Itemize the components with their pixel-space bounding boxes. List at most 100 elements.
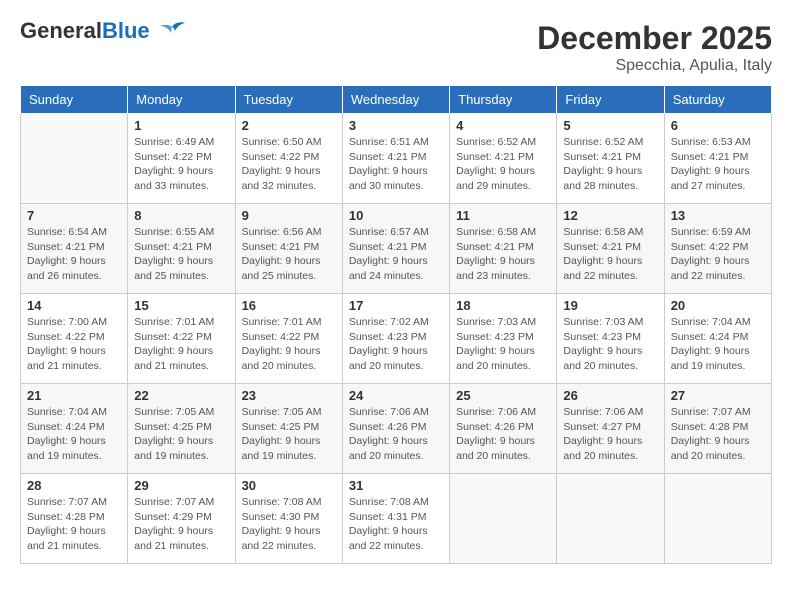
day-info: Sunrise: 7:01 AM Sunset: 4:22 PM Dayligh… (242, 315, 336, 374)
day-number: 1 (134, 118, 228, 133)
weekday-header-tuesday: Tuesday (235, 86, 342, 114)
weekday-header-monday: Monday (128, 86, 235, 114)
day-number: 18 (456, 298, 550, 313)
calendar-week-row: 7 Sunrise: 6:54 AM Sunset: 4:21 PM Daylig… (21, 204, 772, 294)
day-info: Sunrise: 7:01 AM Sunset: 4:22 PM Dayligh… (134, 315, 228, 374)
calendar-cell: 7 Sunrise: 6:54 AM Sunset: 4:21 PM Daylig… (21, 204, 128, 294)
day-number: 14 (27, 298, 121, 313)
day-info: Sunrise: 6:52 AM Sunset: 4:21 PM Dayligh… (456, 135, 550, 194)
calendar-cell: 19Sunrise: 7:03 AM Sunset: 4:23 PM Dayli… (557, 294, 664, 384)
logo-bird-icon (158, 21, 186, 43)
day-info: Sunrise: 6:58 AM Sunset: 4:21 PM Dayligh… (456, 225, 550, 284)
calendar-cell: 22 Sunrise: 7:05 AM Sunset: 4:25 PM Dayli… (128, 384, 235, 474)
calendar-cell (557, 474, 664, 564)
calendar-cell (21, 114, 128, 204)
day-info: Sunrise: 6:53 AM Sunset: 4:21 PM Dayligh… (671, 135, 765, 194)
day-number: 12 (563, 208, 657, 223)
month-title: December 2025 (537, 20, 772, 57)
calendar-cell: 3 Sunrise: 6:51 AM Sunset: 4:21 PM Daylig… (342, 114, 449, 204)
calendar-cell: 8 Sunrise: 6:55 AM Sunset: 4:21 PM Daylig… (128, 204, 235, 294)
calendar-week-row: 1 Sunrise: 6:49 AM Sunset: 4:22 PM Daylig… (21, 114, 772, 204)
day-info: Sunrise: 7:04 AM Sunset: 4:24 PM Dayligh… (27, 405, 121, 464)
day-info: Sunrise: 6:54 AM Sunset: 4:21 PM Dayligh… (27, 225, 121, 284)
day-number: 7 (27, 208, 121, 223)
calendar-cell: 28 Sunrise: 7:07 AM Sunset: 4:28 PM Dayli… (21, 474, 128, 564)
day-info: Sunrise: 6:59 AM Sunset: 4:22 PM Dayligh… (671, 225, 765, 284)
day-info: Sunrise: 7:06 AM Sunset: 4:26 PM Dayligh… (349, 405, 443, 464)
calendar-cell (664, 474, 771, 564)
day-info: Sunrise: 7:07 AM Sunset: 4:29 PM Dayligh… (134, 495, 228, 554)
day-number: 22 (134, 388, 228, 403)
calendar-cell: 26 Sunrise: 7:06 AM Sunset: 4:27 PM Dayli… (557, 384, 664, 474)
day-info: Sunrise: 6:56 AM Sunset: 4:21 PM Dayligh… (242, 225, 336, 284)
day-number: 9 (242, 208, 336, 223)
day-number: 4 (456, 118, 550, 133)
weekday-header-wednesday: Wednesday (342, 86, 449, 114)
day-info: Sunrise: 6:57 AM Sunset: 4:21 PM Dayligh… (349, 225, 443, 284)
day-number: 5 (563, 118, 657, 133)
day-number: 19 (563, 298, 657, 313)
calendar-week-row: 28 Sunrise: 7:07 AM Sunset: 4:28 PM Dayli… (21, 474, 772, 564)
day-info: Sunrise: 7:06 AM Sunset: 4:27 PM Dayligh… (563, 405, 657, 464)
day-info: Sunrise: 7:08 AM Sunset: 4:31 PM Dayligh… (349, 495, 443, 554)
day-number: 31 (349, 478, 443, 493)
calendar-cell: 17Sunrise: 7:02 AM Sunset: 4:23 PM Dayli… (342, 294, 449, 384)
day-info: Sunrise: 7:05 AM Sunset: 4:25 PM Dayligh… (134, 405, 228, 464)
day-number: 8 (134, 208, 228, 223)
day-info: Sunrise: 7:05 AM Sunset: 4:25 PM Dayligh… (242, 405, 336, 464)
day-number: 3 (349, 118, 443, 133)
day-info: Sunrise: 6:51 AM Sunset: 4:21 PM Dayligh… (349, 135, 443, 194)
calendar-cell: 15 Sunrise: 7:01 AM Sunset: 4:22 PM Dayli… (128, 294, 235, 384)
day-info: Sunrise: 7:06 AM Sunset: 4:26 PM Dayligh… (456, 405, 550, 464)
weekday-header-sunday: Sunday (21, 86, 128, 114)
calendar-cell: 29 Sunrise: 7:07 AM Sunset: 4:29 PM Dayli… (128, 474, 235, 564)
weekday-header-thursday: Thursday (450, 86, 557, 114)
calendar-cell: 9 Sunrise: 6:56 AM Sunset: 4:21 PM Daylig… (235, 204, 342, 294)
calendar-cell: 16 Sunrise: 7:01 AM Sunset: 4:22 PM Dayli… (235, 294, 342, 384)
calendar-cell: 24 Sunrise: 7:06 AM Sunset: 4:26 PM Dayli… (342, 384, 449, 474)
day-info: Sunrise: 6:49 AM Sunset: 4:22 PM Dayligh… (134, 135, 228, 194)
day-info: Sunrise: 7:03 AM Sunset: 4:23 PM Dayligh… (456, 315, 550, 374)
day-number: 23 (242, 388, 336, 403)
calendar-cell: 31 Sunrise: 7:08 AM Sunset: 4:31 PM Dayli… (342, 474, 449, 564)
day-number: 28 (27, 478, 121, 493)
weekday-header-friday: Friday (557, 86, 664, 114)
day-number: 15 (134, 298, 228, 313)
day-info: Sunrise: 6:55 AM Sunset: 4:21 PM Dayligh… (134, 225, 228, 284)
calendar-cell: 18 Sunrise: 7:03 AM Sunset: 4:23 PM Dayli… (450, 294, 557, 384)
calendar-cell: 21 Sunrise: 7:04 AM Sunset: 4:24 PM Dayli… (21, 384, 128, 474)
calendar-cell: 30Sunrise: 7:08 AM Sunset: 4:30 PM Dayli… (235, 474, 342, 564)
day-number: 24 (349, 388, 443, 403)
day-number: 30 (242, 478, 336, 493)
calendar-cell: 10 Sunrise: 6:57 AM Sunset: 4:21 PM Dayli… (342, 204, 449, 294)
logo-general-text: General (20, 18, 102, 43)
calendar-cell: 11 Sunrise: 6:58 AM Sunset: 4:21 PM Dayli… (450, 204, 557, 294)
calendar-cell: 23 Sunrise: 7:05 AM Sunset: 4:25 PM Dayli… (235, 384, 342, 474)
day-number: 21 (27, 388, 121, 403)
day-number: 6 (671, 118, 765, 133)
calendar-cell: 12Sunrise: 6:58 AM Sunset: 4:21 PM Dayli… (557, 204, 664, 294)
day-info: Sunrise: 7:07 AM Sunset: 4:28 PM Dayligh… (27, 495, 121, 554)
day-info: Sunrise: 7:02 AM Sunset: 4:23 PM Dayligh… (349, 315, 443, 374)
day-number: 10 (349, 208, 443, 223)
day-number: 16 (242, 298, 336, 313)
day-number: 29 (134, 478, 228, 493)
calendar-cell: 13 Sunrise: 6:59 AM Sunset: 4:22 PM Dayli… (664, 204, 771, 294)
calendar-cell: 4 Sunrise: 6:52 AM Sunset: 4:21 PM Daylig… (450, 114, 557, 204)
calendar-cell: 2Sunrise: 6:50 AM Sunset: 4:22 PM Daylig… (235, 114, 342, 204)
day-number: 20 (671, 298, 765, 313)
weekday-header-saturday: Saturday (664, 86, 771, 114)
logo-blue-text: Blue (102, 18, 150, 43)
calendar-cell: 25 Sunrise: 7:06 AM Sunset: 4:26 PM Dayli… (450, 384, 557, 474)
day-number: 11 (456, 208, 550, 223)
day-number: 25 (456, 388, 550, 403)
calendar-cell: 27Sunrise: 7:07 AM Sunset: 4:28 PM Dayli… (664, 384, 771, 474)
calendar-cell: 1 Sunrise: 6:49 AM Sunset: 4:22 PM Daylig… (128, 114, 235, 204)
day-number: 26 (563, 388, 657, 403)
title-section: December 2025 Specchia, Apulia, Italy (537, 20, 772, 75)
calendar-table: SundayMondayTuesdayWednesdayThursdayFrid… (20, 85, 772, 564)
calendar-cell: 6 Sunrise: 6:53 AM Sunset: 4:21 PM Daylig… (664, 114, 771, 204)
day-number: 13 (671, 208, 765, 223)
day-number: 27 (671, 388, 765, 403)
calendar-cell (450, 474, 557, 564)
